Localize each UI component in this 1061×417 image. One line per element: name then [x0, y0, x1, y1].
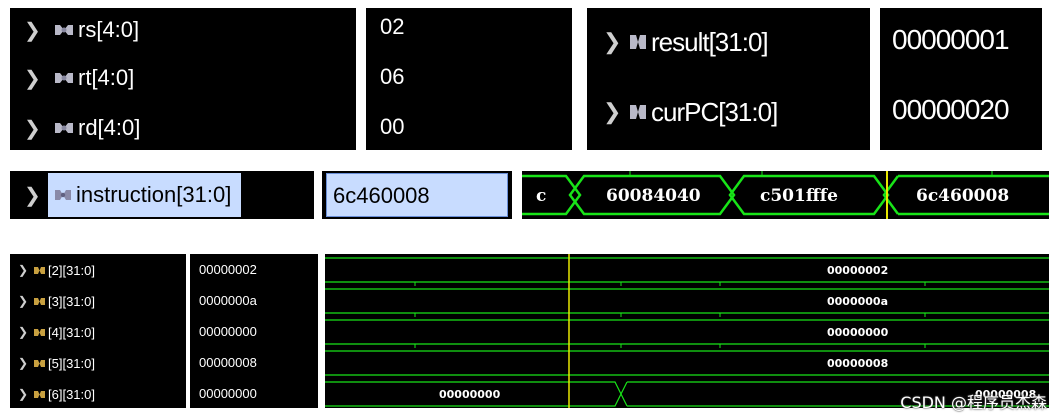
bus-signal-icon [54, 17, 78, 43]
register-name: [3][31:0] [48, 293, 95, 309]
wave-value-label: 00000000 [439, 388, 501, 401]
signal-name: rt[4:0] [78, 65, 135, 90]
bus-signal-icon [629, 97, 651, 128]
signal-value: 06 [380, 64, 405, 89]
signal-name: rs[4:0] [78, 17, 140, 42]
signal-name: instruction[31:0] [76, 182, 232, 207]
wave-segment-label: 6c460008 [916, 186, 1009, 206]
chevron-right-icon[interactable]: ❯ [603, 99, 629, 125]
signal-value: 6c460008 [333, 183, 430, 208]
signal-row-rt[interactable]: ❯ rt[4:0] [24, 60, 134, 96]
top-right-name-panel: ❯ result[31:0] ❯ curPC[31:0] [587, 8, 870, 150]
signal-row-curpc[interactable]: ❯ curPC[31:0] [603, 92, 778, 132]
chevron-right-icon[interactable]: ❯ [18, 325, 34, 339]
signal-value: 00000001 [892, 24, 1010, 55]
bus-signal-icon [54, 115, 78, 141]
signal-row-instruction[interactable]: ❯ instruction[31:0] [24, 171, 242, 219]
register-row[interactable]: ❯ [2][31:0] [18, 258, 95, 282]
signal-name: rd[4:0] [78, 115, 141, 140]
top-right-value-panel: 00000001 00000020 [880, 8, 1042, 150]
chevron-right-icon[interactable]: ❯ [24, 66, 54, 91]
register-value: 0000000a [199, 293, 257, 308]
instruction-value-panel: 6c460008 [322, 171, 512, 219]
wave-segment-label: c [536, 186, 546, 206]
signal-name: result[31:0] [651, 26, 769, 57]
chevron-right-icon[interactable]: ❯ [24, 116, 54, 141]
wave-value-label: 00000000 [827, 326, 889, 339]
register-waveform-panel[interactable]: 00000002 0000000a 00000000 00000008 0000… [325, 254, 1049, 408]
watermark: CSDN @程序员杰森 [900, 393, 1047, 412]
register-name: [5][31:0] [48, 355, 95, 371]
signal-value: 02 [380, 14, 405, 39]
register-row[interactable]: ❯ [3][31:0] [18, 289, 95, 313]
wave-value-label: 0000000a [827, 295, 888, 308]
signal-value: 00000020 [892, 94, 1010, 125]
signal-row-rs[interactable]: ❯ rs[4:0] [24, 12, 139, 48]
register-value: 00000002 [199, 262, 257, 277]
signal-row-rd[interactable]: ❯ rd[4:0] [24, 110, 140, 146]
wave-value-label: 00000008 [827, 357, 888, 370]
register-name: [2][31:0] [48, 262, 95, 278]
instruction-waveform[interactable]: c 60084040 c501fffe 6c460008 [522, 171, 1049, 219]
register-name: [6][31:0] [48, 386, 95, 402]
chevron-right-icon[interactable]: ❯ [603, 29, 629, 55]
signal-row-result[interactable]: ❯ result[31:0] [603, 22, 769, 62]
register-row[interactable]: ❯ [5][31:0] [18, 351, 95, 375]
instruction-name-panel: ❯ instruction[31:0] [10, 171, 314, 219]
register-value: 00000000 [199, 324, 257, 339]
chevron-right-icon[interactable]: ❯ [24, 183, 48, 208]
chevron-right-icon[interactable]: ❯ [24, 18, 54, 43]
chevron-right-icon[interactable]: ❯ [18, 356, 34, 370]
chevron-right-icon[interactable]: ❯ [18, 387, 34, 401]
wave-segment-label: 60084040 [606, 186, 701, 206]
wave-segment-label: c501fffe [760, 186, 838, 206]
bus-signal-icon [34, 294, 48, 309]
bus-signal-icon [34, 387, 48, 402]
top-left-name-panel: ❯ rs[4:0] ❯ rt[4:0] ❯ rd[4:0] [10, 8, 356, 150]
top-left-value-panel: 02 06 00 [366, 8, 572, 150]
bus-signal-icon [54, 65, 78, 91]
register-value: 00000008 [199, 355, 257, 370]
wave-value-label: 00000002 [827, 264, 888, 277]
register-value: 00000000 [199, 386, 257, 401]
chevron-right-icon[interactable]: ❯ [18, 263, 34, 277]
register-name-panel: ❯ [2][31:0] ❯ [3][31:0] ❯ [4][31:0] ❯ [5… [10, 254, 186, 408]
selected-value-highlight[interactable]: 6c460008 [326, 173, 508, 217]
register-row[interactable]: ❯ [4][31:0] [18, 320, 95, 344]
chevron-right-icon[interactable]: ❯ [18, 294, 34, 308]
bus-signal-icon [34, 356, 48, 371]
selected-signal-highlight[interactable]: instruction[31:0] [48, 173, 242, 217]
bus-signal-icon [34, 263, 48, 278]
signal-name: curPC[31:0] [651, 96, 778, 127]
register-value-panel: 00000002 0000000a 00000000 00000008 0000… [190, 254, 318, 408]
register-name: [4][31:0] [48, 324, 95, 340]
register-row[interactable]: ❯ [6][31:0] [18, 382, 95, 406]
bus-signal-icon [629, 27, 651, 58]
signal-value: 00 [380, 114, 405, 139]
bus-signal-icon [34, 325, 48, 340]
bus-signal-icon [54, 182, 76, 208]
